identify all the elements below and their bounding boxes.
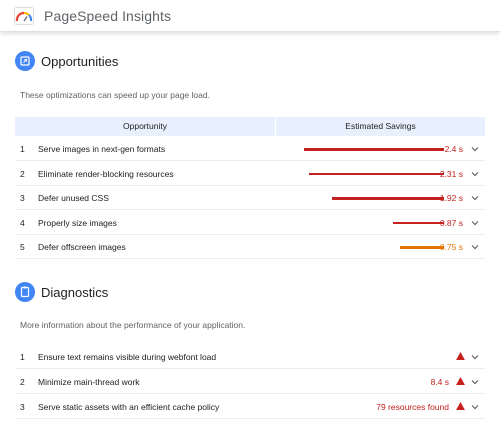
pagespeed-gauge-icon	[14, 7, 34, 25]
row-number: 3	[20, 402, 25, 412]
savings-value: 2.4 s	[444, 144, 463, 154]
opportunities-table-header: Opportunity Estimated Savings	[15, 117, 485, 136]
clipboard-icon	[15, 282, 35, 302]
savings-bar	[400, 246, 444, 249]
savings-value: 1.92 s	[439, 193, 463, 203]
row-number: 2	[20, 377, 25, 387]
chevron-down-icon[interactable]	[471, 379, 479, 385]
row-number: 4	[20, 217, 25, 228]
diagnostic-row[interactable]: 1 Ensure text remains visible during webf…	[15, 345, 485, 369]
row-label: Minimize main-thread work	[38, 377, 140, 387]
app-header: PageSpeed Insights	[0, 0, 500, 32]
warning-icon	[456, 402, 465, 410]
opportunity-row[interactable]: 2 Eliminate render-blocking resources 2.31…	[15, 162, 485, 186]
diagnostics-description: More information about the performance o…	[20, 320, 246, 330]
chevron-down-icon[interactable]	[471, 244, 479, 250]
savings-bar	[309, 172, 444, 175]
savings-bar	[332, 197, 444, 200]
warning-icon	[456, 352, 465, 360]
opportunity-icon	[15, 51, 35, 71]
row-number: 5	[20, 242, 25, 252]
chevron-down-icon[interactable]	[471, 146, 479, 152]
row-number: 1	[20, 352, 25, 362]
row-number: 2	[20, 168, 25, 179]
chevron-down-icon[interactable]	[471, 404, 479, 410]
column-header-savings: Estimated Savings	[345, 121, 416, 131]
diagnostics-title: Diagnostics	[41, 285, 109, 300]
diagnostic-value: 8.4 s	[430, 377, 449, 387]
opportunities-title: Opportunities	[41, 54, 119, 69]
row-label: Defer unused CSS	[38, 193, 109, 203]
row-label: Serve images in next-gen formats	[38, 144, 166, 154]
diagnostic-row[interactable]: 2 Minimize main-thread work 8.4 s	[15, 370, 485, 394]
column-header-opportunity: Opportunity	[123, 121, 167, 131]
diagnostic-value: 79 resources found	[376, 402, 449, 412]
row-label: Eliminate render-blocking resources	[38, 168, 174, 179]
opportunity-row[interactable]: 4 Properly size images 0.87 s	[15, 211, 485, 235]
row-label: Ensure text remains visible during webfo…	[38, 352, 217, 362]
diagnostic-row[interactable]: 3 Serve static assets with an efficient c…	[15, 395, 485, 419]
app-title: PageSpeed Insights	[44, 8, 172, 24]
row-label: Serve static assets with an efficient ca…	[38, 402, 220, 412]
row-label: Defer offscreen images	[38, 242, 126, 252]
row-label: Properly size images	[38, 217, 117, 228]
chevron-down-icon[interactable]	[471, 220, 479, 226]
row-number: 3	[20, 193, 25, 203]
opportunity-row[interactable]: 1 Serve images in next-gen formats 2.4 s	[15, 137, 485, 161]
row-number: 1	[20, 144, 25, 154]
savings-value: 2.31 s	[439, 168, 463, 179]
chevron-down-icon[interactable]	[471, 354, 479, 360]
savings-value: 0.87 s	[439, 217, 463, 228]
savings-bar	[393, 221, 444, 224]
chevron-down-icon[interactable]	[471, 171, 479, 177]
warning-icon	[456, 377, 465, 385]
savings-value: 0.75 s	[439, 242, 463, 252]
savings-bar	[304, 148, 444, 151]
opportunity-row[interactable]: 5 Defer offscreen images 0.75 s	[15, 235, 485, 259]
chevron-down-icon[interactable]	[471, 195, 479, 201]
opportunities-description: These optimizations can speed up your pa…	[20, 90, 210, 100]
opportunity-row[interactable]: 3 Defer unused CSS 1.92 s	[15, 186, 485, 210]
